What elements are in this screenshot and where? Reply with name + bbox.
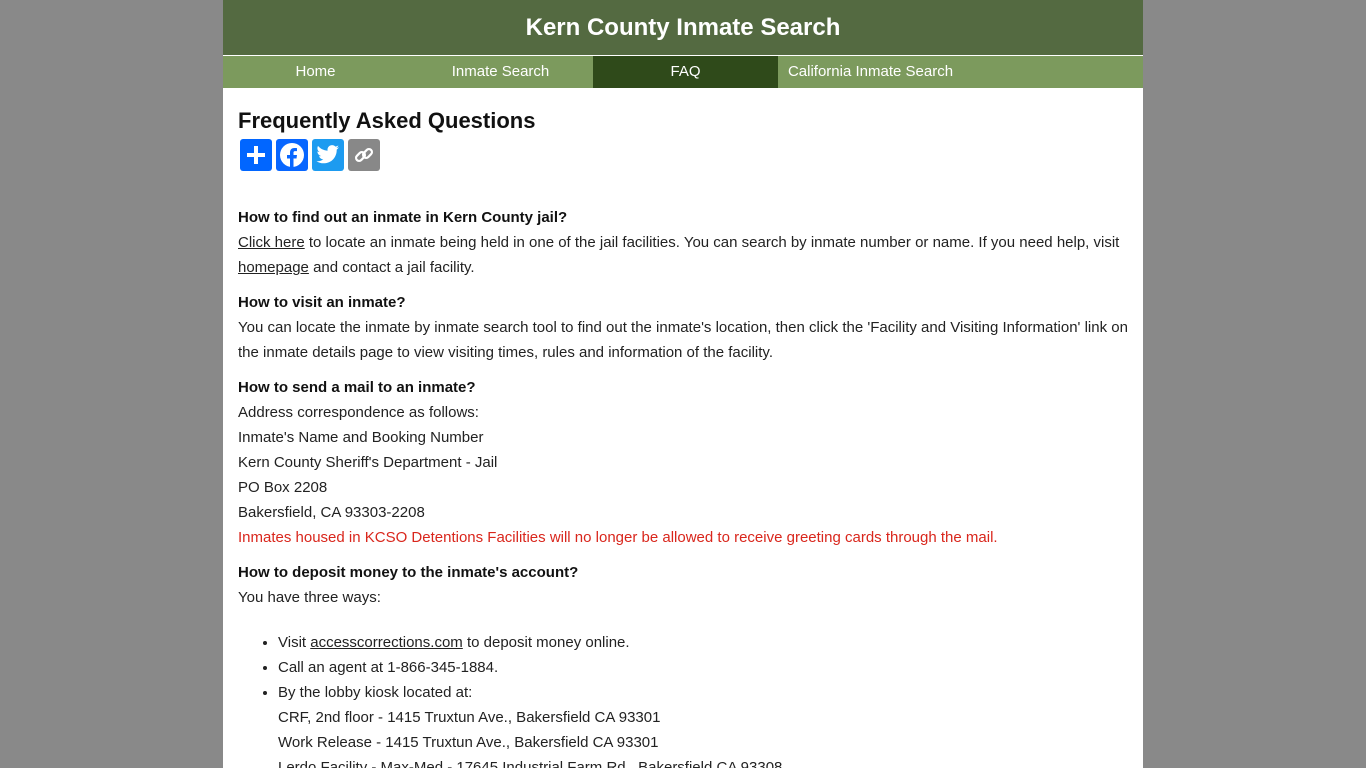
nav-home[interactable]: Home bbox=[223, 56, 408, 88]
address-line: Bakersfield, CA 93303-2208 bbox=[238, 504, 425, 521]
faq-item-deposit-money: How to deposit money to the inmate's acc… bbox=[238, 560, 1128, 768]
address-line: PO Box 2208 bbox=[238, 479, 328, 496]
faq-question: How to send a mail to an inmate? bbox=[238, 379, 476, 396]
main-nav: Home Inmate Search FAQ California Inmate… bbox=[223, 56, 1143, 88]
deposit-methods-list: Visit accesscorrections.com to deposit m… bbox=[238, 630, 1128, 768]
twitter-icon[interactable] bbox=[312, 139, 344, 171]
share-plus-icon[interactable] bbox=[240, 139, 272, 171]
faq-item-visit-inmate: How to visit an inmate? You can locate t… bbox=[238, 290, 1128, 365]
site-header: Kern County Inmate Search bbox=[223, 0, 1143, 56]
address-line: Inmate's Name and Booking Number bbox=[238, 429, 484, 446]
facebook-icon[interactable] bbox=[276, 139, 308, 171]
site-title: Kern County Inmate Search bbox=[525, 14, 841, 41]
kiosk-location: Work Release - 1415 Truxtun Ave., Bakers… bbox=[278, 734, 659, 751]
main-content: Frequently Asked Questions How to find o… bbox=[223, 108, 1143, 768]
page-container: Kern County Inmate Search Home Inmate Se… bbox=[223, 0, 1143, 768]
address-line: Address correspondence as follows: bbox=[238, 404, 479, 421]
list-item: By the lobby kiosk located at: CRF, 2nd … bbox=[278, 680, 1128, 768]
faq-answer: Click here to locate an inmate being hel… bbox=[238, 230, 1128, 280]
mail-warning: Inmates housed in KCSO Detentions Facili… bbox=[238, 529, 998, 546]
address-line: Kern County Sheriff's Department - Jail bbox=[238, 454, 498, 471]
answer-text: to locate an inmate being held in one of… bbox=[304, 234, 1120, 251]
faq-question: How to find out an inmate in Kern County… bbox=[238, 209, 568, 226]
faq-item-send-mail: How to send a mail to an inmate? Address… bbox=[238, 375, 1128, 550]
click-here-link[interactable]: Click here bbox=[238, 234, 305, 251]
list-item: Call an agent at 1-866-345-1884. bbox=[278, 655, 1128, 680]
kiosk-location: Lerdo Facility - Max-Med - 17645 Industr… bbox=[278, 759, 783, 768]
answer-text: and contact a jail facility. bbox=[308, 259, 475, 276]
list-text: By the lobby kiosk located at: bbox=[278, 684, 473, 701]
faq-list: How to find out an inmate in Kern County… bbox=[238, 205, 1128, 768]
nav-inmate-search[interactable]: Inmate Search bbox=[408, 56, 593, 88]
list-text: Visit bbox=[278, 634, 311, 651]
accesscorrections-link[interactable]: accesscorrections.com bbox=[310, 634, 463, 651]
faq-question: How to deposit money to the inmate's acc… bbox=[238, 564, 579, 581]
copy-link-icon[interactable] bbox=[348, 139, 380, 171]
list-item: Visit accesscorrections.com to deposit m… bbox=[278, 630, 1128, 655]
homepage-link[interactable]: homepage bbox=[238, 259, 309, 276]
nav-faq[interactable]: FAQ bbox=[593, 56, 778, 88]
page-title: Frequently Asked Questions bbox=[238, 108, 536, 133]
kiosk-location: CRF, 2nd floor - 1415 Truxtun Ave., Bake… bbox=[278, 709, 661, 726]
faq-item-find-inmate: How to find out an inmate in Kern County… bbox=[238, 205, 1128, 280]
faq-question: How to visit an inmate? bbox=[238, 294, 406, 311]
faq-answer: You can locate the inmate by inmate sear… bbox=[238, 319, 1128, 361]
faq-answer: You have three ways: bbox=[238, 589, 381, 606]
share-buttons bbox=[240, 139, 1128, 171]
nav-california-inmate-search[interactable]: California Inmate Search bbox=[778, 56, 963, 88]
list-text: to deposit money online. bbox=[462, 634, 630, 651]
